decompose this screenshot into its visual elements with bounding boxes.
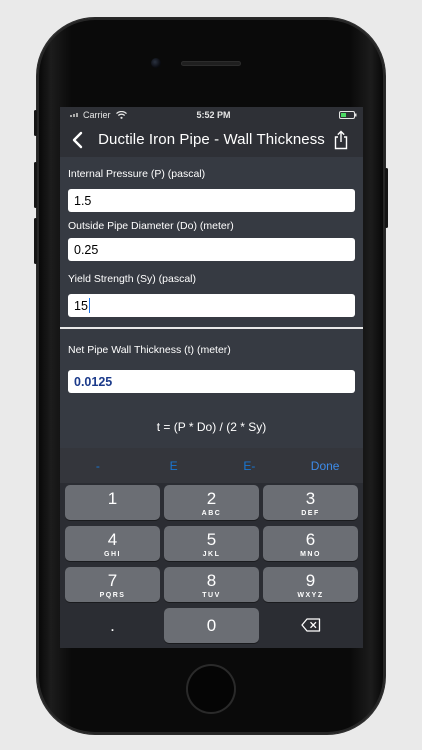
formula-text: t = (P * Do) / (2 * Sy) [156,420,267,434]
pressure-value: 1.5 [74,193,92,208]
key-digit: 2 [206,489,217,508]
key-digit: 0 [206,616,217,635]
key-digit: 9 [305,571,316,590]
key-letters: GHI [104,551,121,558]
minus-button[interactable]: - [60,459,136,473]
chevron-left-icon[interactable] [70,131,84,149]
key-letters: DEF [301,510,320,517]
key-digit: . [110,616,115,635]
diameter-value: 0.25 [74,242,99,257]
diameter-input[interactable]: 0.25 [68,238,355,261]
status-bar: Carrier 5:52 PM [60,107,363,122]
key-digit: 7 [107,571,118,590]
key-5[interactable]: 5 JKL [164,526,259,561]
volume-down-button [34,218,37,264]
wifi-icon [115,110,127,119]
key-digit: 6 [305,530,316,549]
diameter-label: Outside Pipe Diameter (Do) (meter) [68,220,234,232]
earpiece-speaker [181,61,241,66]
signal-icon [70,112,78,117]
key-1[interactable]: 1 [65,485,160,520]
key-0[interactable]: 0 [164,608,259,643]
pressure-label: Internal Pressure (P) (pascal) [68,168,206,180]
mute-switch [34,110,37,136]
yield-strength-input[interactable]: 15 [68,294,355,317]
key-3[interactable]: 3 DEF [263,485,358,520]
front-camera [151,58,161,68]
key-decimal[interactable]: . [65,608,160,643]
result-value: 0.0125 [74,374,113,389]
volume-up-button [34,162,37,208]
key-2[interactable]: 2 ABC [164,485,259,520]
result-section: Net Pipe Wall Thickness (t) (meter) 0.01… [60,344,363,393]
key-letters: MNO [300,551,321,558]
key-digit: 5 [206,530,217,549]
carrier-label: Carrier [83,109,111,120]
done-button[interactable]: Done [287,459,363,473]
key-6[interactable]: 6 MNO [263,526,358,561]
key-9[interactable]: 9 WXYZ [263,567,358,602]
result-output: 0.0125 [68,370,355,393]
battery-icon [339,110,357,119]
numeric-keypad: 1 2 ABC 3 DEF 4 GHI 5 JKL 6 MNO 7 PQRS 8 [60,483,363,648]
key-letters: TUV [202,592,221,599]
key-digit: 8 [206,571,217,590]
key-backspace[interactable] [263,608,358,643]
key-letters: ABC [201,510,222,517]
share-icon[interactable] [333,130,349,150]
key-8[interactable]: 8 TUV [164,567,259,602]
negative-exponent-button[interactable]: E- [212,459,288,473]
power-button [385,168,388,228]
key-7[interactable]: 7 PQRS [65,567,160,602]
key-letters: WXYZ [297,592,324,599]
section-divider [60,327,363,329]
key-digit: 4 [107,530,118,549]
app-screen: Carrier 5:52 PM Ductile Iron Pipe - Wall… [60,107,363,648]
key-letters: JKL [202,551,221,558]
key-4[interactable]: 4 GHI [65,526,160,561]
home-button[interactable] [188,666,234,712]
key-letters: PQRS [99,592,126,599]
key-digit: 1 [107,489,118,508]
key-digit: 3 [305,489,316,508]
exponent-button[interactable]: E [136,459,212,473]
yield-strength-label: Yield Strength (Sy) (pascal) [68,273,196,285]
status-time: 5:52 PM [196,109,231,120]
backspace-icon [300,618,320,632]
page-title: Ductile Iron Pipe - Wall Thickness [98,131,325,148]
pressure-input[interactable]: 1.5 [68,189,355,212]
keyboard-accessory-bar: - E E- Done [60,448,363,483]
calculator-form: Internal Pressure (P) (pascal) 1.5 Outsi… [60,168,363,317]
yield-strength-value: 15 [74,298,88,313]
nav-bar: Ductile Iron Pipe - Wall Thickness [60,122,363,157]
text-cursor [88,298,90,313]
result-label: Net Pipe Wall Thickness (t) (meter) [68,344,231,356]
